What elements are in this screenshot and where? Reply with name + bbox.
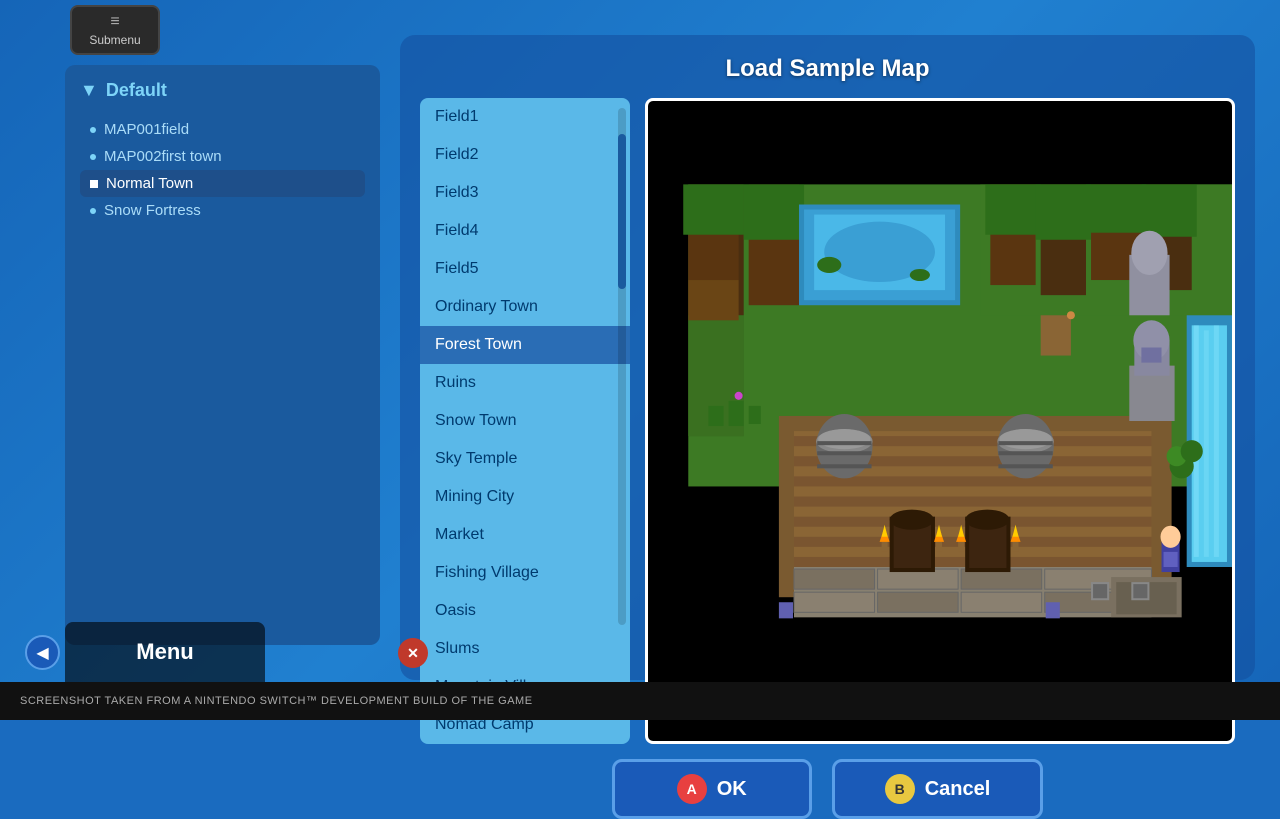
- list-item-oasis[interactable]: Oasis: [420, 592, 630, 630]
- list-item-sky-temple[interactable]: Sky Temple: [420, 440, 630, 478]
- scrollbar[interactable]: [618, 108, 626, 625]
- cancel-badge: B: [885, 774, 915, 804]
- list-item-field5[interactable]: Field5: [420, 250, 630, 288]
- load-sample-map-dialog: Load Sample Map Field1 Field2 Field3 Fie…: [400, 35, 1255, 680]
- list-item-forest-town[interactable]: Forest Town: [420, 326, 630, 364]
- bottom-menu-panel: Menu: [65, 622, 265, 682]
- close-button[interactable]: ✕: [398, 638, 428, 668]
- ok-button[interactable]: A OK: [612, 759, 812, 819]
- list-item-field2[interactable]: Field2: [420, 136, 630, 174]
- sidebar-item-map001field[interactable]: MAP001field: [80, 116, 365, 143]
- list-item-slums[interactable]: Slums: [420, 630, 630, 668]
- ok-badge: A: [677, 774, 707, 804]
- submenu-icon: ≡: [110, 13, 119, 31]
- sidebar-list: MAP001field MAP002first town Normal Town…: [80, 116, 365, 224]
- bullet-icon: [90, 208, 96, 214]
- bottom-notice: SCREENSHOT TAKEN FROM A NINTENDO SWITCH™…: [20, 695, 533, 707]
- list-item-fishing-village[interactable]: Fishing Village: [420, 554, 630, 592]
- list-item-field3[interactable]: Field3: [420, 174, 630, 212]
- list-item-snow-town[interactable]: Snow Town: [420, 402, 630, 440]
- map-list-container: Field1 Field2 Field3 Field4 Field5 Ordin…: [420, 98, 630, 744]
- submenu-button[interactable]: ≡ Submenu: [70, 5, 160, 55]
- submenu-label: Submenu: [89, 33, 140, 47]
- list-item-mining-city[interactable]: Mining City: [420, 478, 630, 516]
- list-item-market[interactable]: Market: [420, 516, 630, 554]
- bullet-icon: [90, 154, 96, 160]
- bullet-icon: [90, 180, 98, 188]
- list-item-field4[interactable]: Field4: [420, 212, 630, 250]
- sidebar-item-normal-town[interactable]: Normal Town: [80, 170, 365, 197]
- sidebar-arrow-icon: ▼: [80, 80, 98, 101]
- sidebar: ▼ Default MAP001field MAP002first town N…: [65, 65, 380, 645]
- cancel-button[interactable]: B Cancel: [832, 759, 1044, 819]
- dialog-title: Load Sample Map: [420, 55, 1235, 83]
- ok-label: OK: [717, 778, 747, 801]
- cancel-label: Cancel: [925, 778, 991, 801]
- bottom-bar: SCREENSHOT TAKEN FROM A NINTENDO SWITCH™…: [0, 682, 1280, 720]
- list-item-ordinary-town[interactable]: Ordinary Town: [420, 288, 630, 326]
- map-canvas: [648, 101, 1232, 741]
- map-list: Field1 Field2 Field3 Field4 Field5 Ordin…: [420, 98, 630, 744]
- map-preview: [645, 98, 1235, 744]
- dialog-content: Field1 Field2 Field3 Field4 Field5 Ordin…: [420, 98, 1235, 744]
- scroll-thumb: [618, 134, 626, 289]
- list-item-ruins[interactable]: Ruins: [420, 364, 630, 402]
- sidebar-title: ▼ Default: [80, 80, 365, 101]
- sidebar-item-map002first-town[interactable]: MAP002first town: [80, 143, 365, 170]
- menu-label: Menu: [136, 639, 193, 665]
- back-icon: ◀: [36, 643, 48, 663]
- bullet-icon: [90, 127, 96, 133]
- back-button[interactable]: ◀: [25, 635, 60, 670]
- sidebar-item-snow-fortress[interactable]: Snow Fortress: [80, 197, 365, 224]
- list-item-field1[interactable]: Field1: [420, 98, 630, 136]
- dialog-buttons: A OK B Cancel: [420, 759, 1235, 819]
